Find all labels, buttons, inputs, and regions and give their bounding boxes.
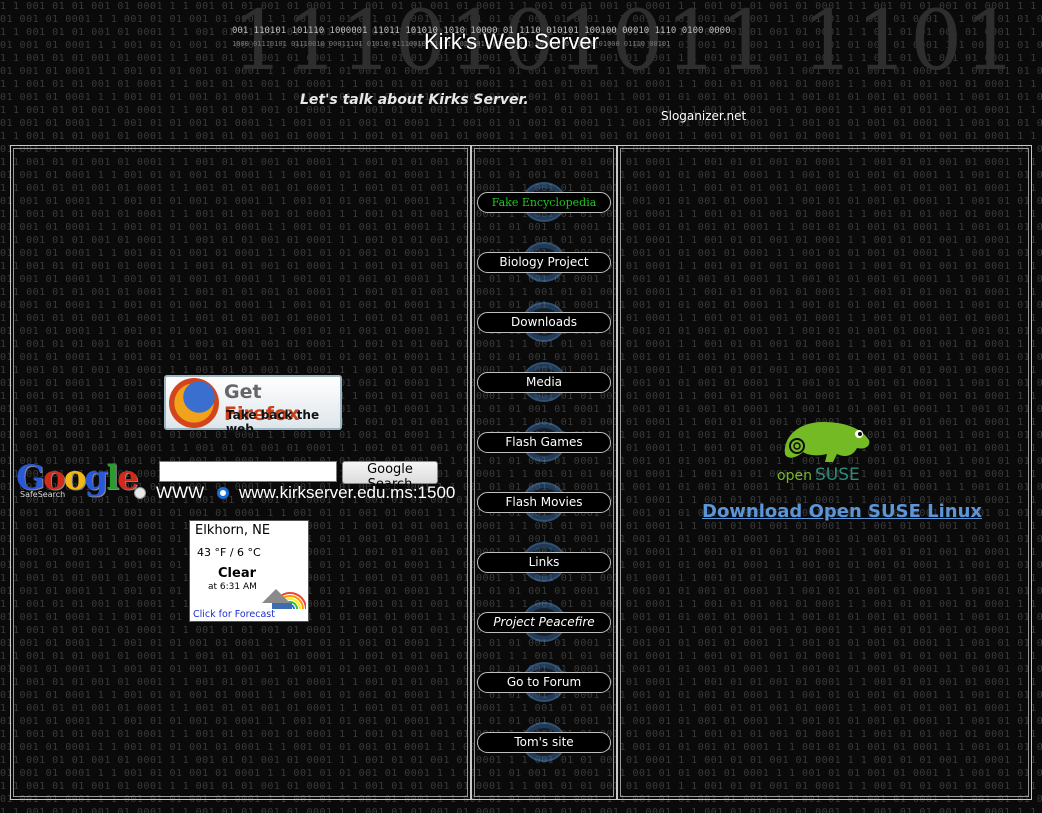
nav-go-to-forum[interactable]: Go to Forum <box>477 672 611 693</box>
site-header: 1110101011 1101 001 110101 101110 100000… <box>0 0 1042 140</box>
weather-location: Elkhorn, NE <box>195 523 271 538</box>
tagline: Let's talk about Kirks Server. <box>300 92 529 108</box>
nav-fake-encyclopedia[interactable]: Fake Encyclopedia <box>477 192 611 213</box>
get-firefox-badge[interactable]: Get Firefox Take back the web <box>164 375 342 436</box>
radio-site-label[interactable]: www.kirkserver.edu.ms:1500 <box>239 483 455 503</box>
nav-toms-site[interactable]: Tom's site <box>477 732 611 753</box>
google-letter: l <box>106 458 119 498</box>
weather-forecast-link[interactable]: Click for Forecast <box>193 609 275 620</box>
opensuse-suse-text: SUSE <box>815 465 860 484</box>
weather-condition: Clear <box>218 566 256 581</box>
radio-www-label[interactable]: WWW <box>156 483 204 503</box>
nav-project-peacefire[interactable]: Project Peacefire <box>477 612 611 633</box>
weather-widget[interactable]: Elkhorn, NE 43 °F / 6 °C Clear at 6:31 A… <box>189 520 309 622</box>
site-title: Kirk's Web Server <box>424 29 599 54</box>
firefox-logo-icon <box>169 378 219 428</box>
google-safesearch-label: SafeSearch <box>20 490 66 499</box>
firefox-badge-subtitle: Take back the web <box>226 408 320 436</box>
radio-www[interactable] <box>134 487 146 499</box>
weather-observed-time: at 6:31 AM <box>208 582 257 592</box>
weather-rainbow-icon <box>262 589 306 610</box>
weather-temperature: 43 °F / 6 °C <box>197 546 261 559</box>
opensuse-open-text: open <box>777 468 812 484</box>
radio-site[interactable] <box>217 487 229 499</box>
download-opensuse-link[interactable]: Download Open SUSE Linux <box>702 501 982 522</box>
opensuse-logo-icon[interactable]: open SUSE <box>775 418 875 484</box>
google-search-input[interactable] <box>159 461 337 482</box>
nav-links[interactable]: Links <box>477 552 611 573</box>
nav-biology-project[interactable]: Biology Project <box>477 252 611 273</box>
nav-flash-games[interactable]: Flash Games <box>477 432 611 453</box>
google-letter: g <box>84 458 108 498</box>
google-letter: o <box>63 458 87 498</box>
nav-flash-movies[interactable]: Flash Movies <box>477 492 611 513</box>
nav-downloads[interactable]: Downloads <box>477 312 611 333</box>
nav-media[interactable]: Media <box>477 372 611 393</box>
sloganizer-link[interactable]: Sloganizer.net <box>661 109 746 123</box>
google-search-button[interactable]: Google Search <box>342 461 438 492</box>
firefox-get-text: Get <box>224 381 262 403</box>
